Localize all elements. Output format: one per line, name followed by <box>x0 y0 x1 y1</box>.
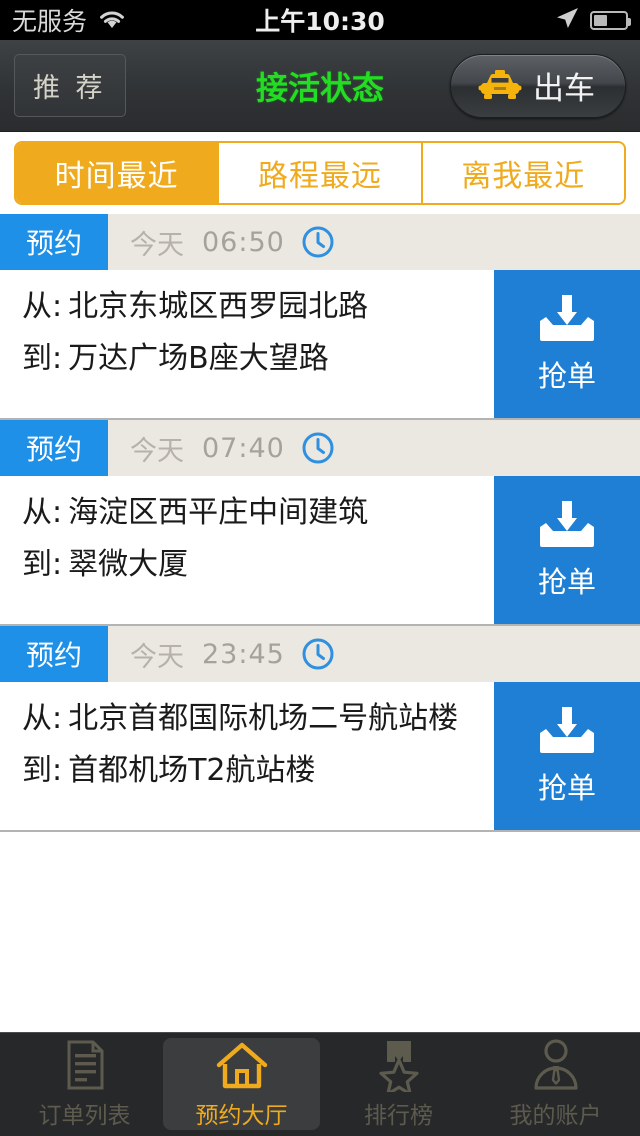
to-label: 到: <box>22 546 63 582</box>
tab-我的账户[interactable]: 我的账户 <box>477 1038 634 1130</box>
wifi-icon <box>97 7 127 33</box>
clock-icon <box>285 637 335 671</box>
tab-订单列表[interactable]: 订单列表 <box>6 1038 163 1130</box>
from-label: 从: <box>22 495 63 530</box>
tab-预约大厅[interactable]: 预约大厅 <box>163 1038 320 1130</box>
order-time-label: 23:45 <box>202 638 285 670</box>
clock-icon <box>285 225 335 259</box>
segment-label: 时间最近 <box>54 159 179 194</box>
to-address: 万达广场B座大望路 <box>68 340 329 376</box>
location-arrow-icon <box>554 5 580 35</box>
order-card-body: 从: 北京首都国际机场二号航站楼 到: 首都机场T2航站楼 抢单 <box>0 682 640 830</box>
order-card-header: 预约 今天 07:40 <box>0 420 640 476</box>
order-from: 从: 北京首都国际机场二号航站楼 <box>22 700 478 738</box>
segmented-control[interactable]: 时间最近 路程最远 离我最近 <box>14 141 626 205</box>
tab-label: 预约大厅 <box>195 1103 288 1129</box>
status-badge: 预约 <box>0 214 108 270</box>
status-bar-right <box>554 5 631 35</box>
order-day-label: 今天 <box>130 641 184 673</box>
clock-icon <box>285 431 335 465</box>
grab-order-label: 抢单 <box>537 359 596 393</box>
tab-label: 订单列表 <box>38 1103 131 1129</box>
order-card-header: 预约 今天 23:45 <box>0 626 640 682</box>
segment-0[interactable]: 时间最近 <box>16 143 218 203</box>
order-time-label: 07:40 <box>202 432 285 464</box>
to-label: 到: <box>22 340 63 376</box>
segment-1[interactable]: 路程最远 <box>217 143 421 203</box>
order-card-header: 预约 今天 06:50 <box>0 214 640 270</box>
order-card-body: 从: 北京东城区西罗园北路 到: 万达广场B座大望路 抢单 <box>0 270 640 418</box>
dispatch-button-label: 出车 <box>533 71 595 106</box>
order-day-label: 今天 <box>130 435 184 467</box>
status-badge: 预约 <box>0 626 108 682</box>
bottom-tab-bar[interactable]: 订单列表 预约大厅 排行榜 我的账户 <box>0 1032 640 1136</box>
clock-time-label: 上午10:30 <box>255 7 385 36</box>
grab-order-label: 抢单 <box>537 565 596 599</box>
tab-排行榜[interactable]: 排行榜 <box>320 1038 477 1130</box>
taxi-icon <box>477 69 523 103</box>
sort-filter-bar: 时间最近 路程最远 离我最近 <box>0 132 640 214</box>
grab-order-button[interactable]: 抢单 <box>494 270 640 418</box>
order-card[interactable]: 预约 今天 23:45 从: 北京首都国际机场二号航站楼 到: 首都机场T2航站… <box>0 626 640 832</box>
segment-label: 离我最近 <box>461 159 586 194</box>
medal-star-icon <box>372 1038 426 1092</box>
order-addresses: 从: 北京首都国际机场二号航站楼 到: 首都机场T2航站楼 <box>0 682 494 830</box>
order-from: 从: 海淀区西平庄中间建筑 <box>22 494 478 532</box>
status-bar: 无服务 上午10:30 <box>0 0 640 40</box>
order-card[interactable]: 预约 今天 07:40 从: 海淀区西平庄中间建筑 到: 翠微大厦 抢单 <box>0 420 640 626</box>
status-badge: 预约 <box>0 420 108 476</box>
battery-icon <box>590 10 631 30</box>
download-tray-icon <box>536 499 598 551</box>
order-addresses: 从: 北京东城区西罗园北路 到: 万达广场B座大望路 <box>0 270 494 418</box>
download-tray-icon <box>536 293 598 345</box>
document-icon <box>58 1038 112 1092</box>
carrier-label: 无服务 <box>12 7 88 36</box>
home-icon <box>215 1038 269 1092</box>
from-label: 从: <box>22 289 63 324</box>
order-card-body: 从: 海淀区西平庄中间建筑 到: 翠微大厦 抢单 <box>0 476 640 624</box>
tab-label: 我的账户 <box>509 1103 602 1129</box>
order-to: 到: 首都机场T2航站楼 <box>22 752 478 790</box>
recommend-button[interactable]: 推 荐 <box>14 54 126 117</box>
from-address: 海淀区西平庄中间建筑 <box>68 495 369 530</box>
order-list: 预约 今天 06:50 从: 北京东城区西罗园北路 到: 万达广场B座大望路 抢 <box>0 214 640 1032</box>
order-time-label: 06:50 <box>202 226 285 258</box>
app-root: 无服务 上午10:30 推 荐 接活状态 出车 时间最近 路程最远 离我最近 预… <box>0 0 640 1136</box>
grab-order-label: 抢单 <box>537 771 596 805</box>
grab-order-button[interactable]: 抢单 <box>494 476 640 624</box>
person-tie-icon <box>529 1038 583 1092</box>
order-from: 从: 北京东城区西罗园北路 <box>22 288 478 326</box>
segment-2[interactable]: 离我最近 <box>420 143 624 203</box>
nav-bar: 推 荐 接活状态 出车 <box>0 40 640 132</box>
segment-label: 路程最远 <box>257 159 382 194</box>
tab-label: 排行榜 <box>364 1103 433 1129</box>
from-address: 北京首都国际机场二号航站楼 <box>68 701 459 736</box>
to-address: 首都机场T2航站楼 <box>68 752 316 788</box>
status-bar-left: 无服务 <box>12 2 127 38</box>
order-day-label: 今天 <box>130 229 184 261</box>
order-to: 到: 万达广场B座大望路 <box>22 340 478 378</box>
to-label: 到: <box>22 752 63 788</box>
from-address: 北京东城区西罗园北路 <box>68 289 369 324</box>
order-card[interactable]: 预约 今天 06:50 从: 北京东城区西罗园北路 到: 万达广场B座大望路 抢 <box>0 214 640 420</box>
order-addresses: 从: 海淀区西平庄中间建筑 到: 翠微大厦 <box>0 476 494 624</box>
order-to: 到: 翠微大厦 <box>22 546 478 584</box>
to-address: 翠微大厦 <box>68 546 189 582</box>
grab-order-button[interactable]: 抢单 <box>494 682 640 830</box>
from-label: 从: <box>22 701 63 736</box>
download-tray-icon <box>536 705 598 757</box>
dispatch-button[interactable]: 出车 <box>450 53 626 118</box>
